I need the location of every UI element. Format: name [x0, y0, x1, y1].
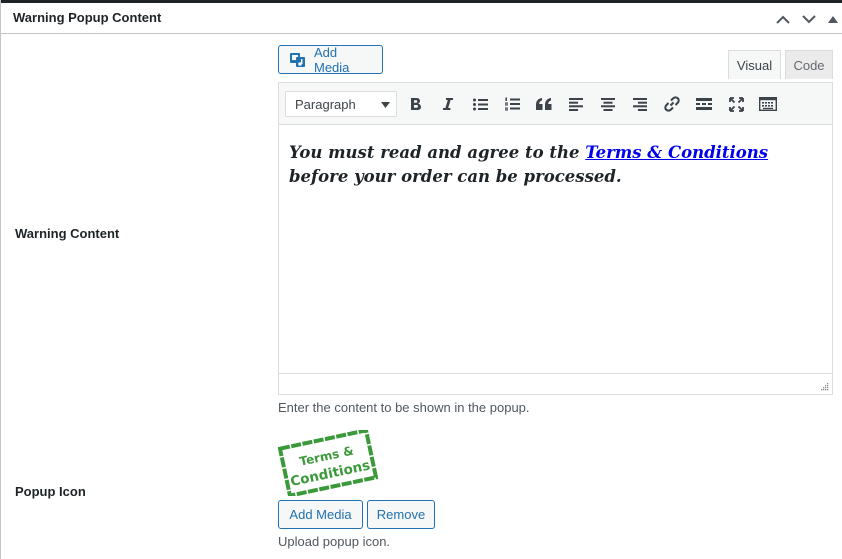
align-right-button[interactable] [630, 94, 650, 114]
content-editor: Paragraph You must read and agree to the… [278, 82, 833, 395]
popup-icon-description: Upload popup icon. [278, 534, 391, 549]
popup-icon-label: Popup Icon [15, 484, 86, 499]
add-media-button-icon[interactable]: Add Media [278, 500, 363, 529]
add-media-label: Add Media [314, 44, 350, 75]
toolbar-toggle-icon [759, 97, 777, 111]
terms-link[interactable]: Terms & Conditions [585, 143, 768, 162]
fullscreen-icon [728, 96, 744, 112]
align-left-button[interactable] [566, 94, 586, 114]
panel-title: Warning Popup Content [13, 10, 162, 25]
align-left-icon [569, 97, 583, 111]
chevron-down-icon [381, 102, 390, 108]
warning-popup-panel: Warning Popup Content Warning Content Ad… [0, 0, 842, 559]
format-select-value: Paragraph [295, 96, 356, 112]
terms-conditions-stamp-image: Terms & Conditions [278, 430, 378, 496]
blockquote-icon [536, 98, 552, 110]
bold-icon [411, 98, 421, 110]
add-media-button-editor[interactable]: Add Media [278, 44, 383, 75]
fullscreen-button[interactable] [726, 94, 746, 114]
insert-link-button[interactable] [662, 94, 682, 114]
link-icon [664, 96, 680, 112]
content-text-before: You must read and agree to the [289, 143, 586, 162]
bullet-list-button[interactable] [470, 94, 490, 114]
add-media-icon [289, 52, 307, 68]
editor-statusbar [279, 373, 832, 394]
format-select[interactable]: Paragraph [285, 91, 397, 117]
numbered-list-button[interactable] [502, 94, 522, 114]
chevron-down-icon [802, 14, 816, 23]
read-more-icon [696, 98, 712, 110]
align-right-icon [633, 97, 647, 111]
bullet-list-icon [472, 98, 488, 110]
read-more-button[interactable] [694, 94, 714, 114]
triangle-up-icon [828, 15, 838, 23]
move-up-button[interactable] [773, 9, 793, 29]
tab-visual[interactable]: Visual [728, 50, 781, 79]
remove-icon-button[interactable]: Remove [367, 500, 435, 529]
warning-content-description: Enter the content to be shown in the pop… [278, 400, 530, 415]
italic-button[interactable] [438, 94, 458, 114]
panel-header: Warning Popup Content [1, 3, 842, 34]
bold-button[interactable] [406, 94, 426, 114]
warning-content-label: Warning Content [15, 226, 120, 241]
align-center-icon [601, 97, 615, 111]
resize-handle-icon[interactable] [820, 382, 829, 391]
editor-content[interactable]: You must read and agree to the Terms & C… [279, 126, 832, 373]
toolbar-toggle-button[interactable] [758, 94, 778, 114]
italic-icon [443, 98, 453, 110]
editor-toolbar: Paragraph [279, 83, 832, 125]
tab-code[interactable]: Code [785, 50, 833, 79]
content-text-after: before your order can be processed. [289, 167, 622, 186]
toggle-panel-button[interactable] [825, 9, 841, 29]
align-center-button[interactable] [598, 94, 618, 114]
numbered-list-icon [504, 97, 520, 111]
move-down-button[interactable] [799, 9, 819, 29]
chevron-up-icon [776, 15, 790, 24]
blockquote-button[interactable] [534, 94, 554, 114]
